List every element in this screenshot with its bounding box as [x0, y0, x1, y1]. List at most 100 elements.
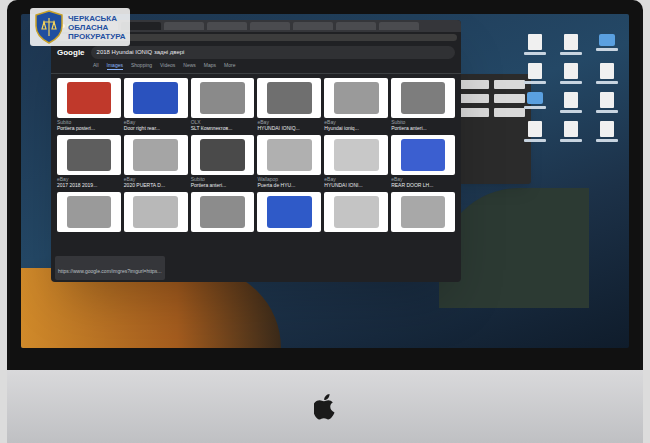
- desktop-icon[interactable]: [557, 92, 585, 113]
- desktop-icon[interactable]: [521, 34, 549, 55]
- prosecutor-shield-icon: [34, 10, 64, 44]
- result-photo: [257, 78, 321, 118]
- result-source: eBay: [124, 176, 188, 182]
- result-title: Hyundai ioniq...: [324, 125, 388, 131]
- google-logo[interactable]: Google: [57, 47, 85, 59]
- desktop-icon[interactable]: [593, 63, 621, 84]
- result-title: Door right rear...: [124, 125, 188, 131]
- result-title: Portiera anteri...: [391, 125, 455, 131]
- desktop-icon[interactable]: [593, 92, 621, 113]
- result-photo: [191, 192, 255, 232]
- result-source: OLX: [191, 119, 255, 125]
- monitor: Google 2018 Hyundai IONIQ задні двері All I…: [7, 0, 643, 443]
- result-source: Wallapop: [257, 176, 321, 182]
- desktop: Google 2018 Hyundai IONIQ задні двері All I…: [21, 14, 629, 348]
- image-result[interactable]: eBay2020 PUERTA D...: [124, 135, 188, 189]
- browser-window: Google 2018 Hyundai IONIQ задні двері All I…: [51, 20, 461, 282]
- back-window: [451, 74, 531, 184]
- image-result[interactable]: SubitoPortiera anteri...: [191, 135, 255, 189]
- desktop-icon[interactable]: [521, 121, 549, 142]
- filter-tabs: All Images Shopping Videos News Maps More: [51, 62, 461, 74]
- filter-tab[interactable]: Images: [107, 62, 123, 70]
- result-photo: [124, 78, 188, 118]
- result-title: SLT Комплектов...: [191, 125, 255, 131]
- result-photo: [124, 135, 188, 175]
- image-result[interactable]: eBayREAR DOOR LH...: [391, 135, 455, 189]
- image-result[interactable]: [391, 192, 455, 232]
- result-photo: [391, 78, 455, 118]
- bezel: Google 2018 Hyundai IONIQ задні двері All I…: [7, 0, 643, 370]
- search-box[interactable]: 2018 Hyundai IONIQ задні двері: [91, 46, 455, 59]
- browser-tab[interactable]: [207, 22, 247, 30]
- browser-tab[interactable]: [293, 22, 333, 30]
- result-source: eBay: [257, 119, 321, 125]
- result-title: 2017 2018 2019...: [57, 182, 121, 188]
- result-title: Puerta de HYU...: [257, 182, 321, 188]
- result-source: eBay: [57, 176, 121, 182]
- browser-tab[interactable]: [336, 22, 376, 30]
- result-photo: [57, 135, 121, 175]
- browser-tab[interactable]: [164, 22, 204, 30]
- image-result[interactable]: eBayHYUNDAI IONIQ...: [257, 78, 321, 132]
- desktop-icon[interactable]: [557, 34, 585, 55]
- image-result[interactable]: SubitoPortiera posteri...: [57, 78, 121, 132]
- result-photo: [191, 135, 255, 175]
- result-photo: [391, 192, 455, 232]
- status-url: https://www.google.com/imgres?imgurl=htt…: [55, 256, 165, 280]
- result-photo: [57, 78, 121, 118]
- chin: [7, 370, 643, 443]
- photo: Google 2018 Hyundai IONIQ задні двері All I…: [0, 0, 650, 443]
- result-photo: [324, 78, 388, 118]
- desktop-icon[interactable]: [521, 63, 549, 84]
- filter-tab[interactable]: News: [183, 62, 196, 70]
- image-result[interactable]: WallapopPuerta de HYU...: [257, 135, 321, 189]
- result-source: Subito: [391, 119, 455, 125]
- image-result[interactable]: SubitoPortiera anteri...: [391, 78, 455, 132]
- result-source: Subito: [191, 176, 255, 182]
- result-source: eBay: [324, 119, 388, 125]
- result-title: Portiera anteri...: [191, 182, 255, 188]
- result-photo: [391, 135, 455, 175]
- result-title: 2020 PUERTA D...: [124, 182, 188, 188]
- result-source: Subito: [57, 119, 121, 125]
- watermark: ЧЕРКАСЬКАОБЛАСНАПРОКУРАТУРА: [30, 8, 130, 46]
- result-photo: [257, 192, 321, 232]
- image-result[interactable]: eBayHyundai ioniq...: [324, 78, 388, 132]
- filter-tab[interactable]: All: [93, 62, 99, 70]
- filter-tab[interactable]: More: [224, 62, 235, 70]
- watermark-line: ПРОКУРАТУРА: [68, 32, 126, 41]
- result-title: HYUNDAI IONIQ...: [257, 125, 321, 131]
- browser-tab[interactable]: [250, 22, 290, 30]
- image-result[interactable]: [124, 192, 188, 232]
- desktop-icon[interactable]: [557, 121, 585, 142]
- filter-tab[interactable]: Maps: [204, 62, 216, 70]
- result-title: REAR DOOR LH...: [391, 182, 455, 188]
- result-title: Portiera posteri...: [57, 125, 121, 131]
- image-result[interactable]: eBay2017 2018 2019...: [57, 135, 121, 189]
- result-photo: [257, 135, 321, 175]
- image-result[interactable]: [57, 192, 121, 232]
- wallpaper-cliff: [439, 188, 589, 308]
- watermark-line: ОБЛАСНА: [68, 23, 126, 32]
- apple-logo-icon: [314, 394, 336, 420]
- image-result[interactable]: eBayDoor right rear...: [124, 78, 188, 132]
- desktop-icon[interactable]: [593, 34, 621, 55]
- filter-tab[interactable]: Shopping: [131, 62, 152, 70]
- image-result[interactable]: [191, 192, 255, 232]
- result-photo: [324, 192, 388, 232]
- result-photo: [124, 192, 188, 232]
- result-title: HYUNDAI IONI...: [324, 182, 388, 188]
- desktop-icon[interactable]: [593, 121, 621, 142]
- image-result[interactable]: OLXSLT Комплектов...: [191, 78, 255, 132]
- result-source: eBay: [124, 119, 188, 125]
- filter-tab[interactable]: Videos: [160, 62, 175, 70]
- result-source: eBay: [324, 176, 388, 182]
- browser-tab[interactable]: [379, 22, 419, 30]
- image-result[interactable]: [257, 192, 321, 232]
- result-source: eBay: [391, 176, 455, 182]
- image-result[interactable]: [324, 192, 388, 232]
- desktop-icon[interactable]: [521, 92, 549, 113]
- image-result[interactable]: eBayHYUNDAI IONI...: [324, 135, 388, 189]
- result-photo: [57, 192, 121, 232]
- desktop-icon[interactable]: [557, 63, 585, 84]
